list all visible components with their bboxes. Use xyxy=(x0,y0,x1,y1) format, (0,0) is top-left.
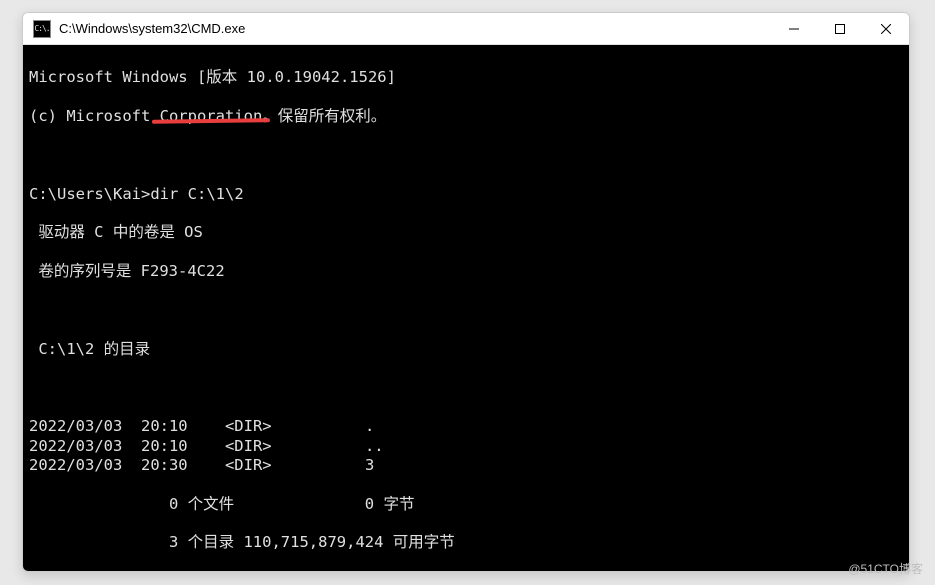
window-title: C:\Windows\system32\CMD.exe xyxy=(59,21,771,36)
blank-line xyxy=(29,378,903,397)
summary-dirs-line: 3 个目录 110,715,879,424 可用字节 xyxy=(29,533,903,552)
close-button[interactable] xyxy=(863,13,909,44)
minimize-icon xyxy=(789,24,799,34)
cmd-window: C:\. C:\Windows\system32\CMD.exe Microso… xyxy=(22,12,910,572)
banner-line: Microsoft Windows [版本 10.0.19042.1526] xyxy=(29,68,903,87)
typed-command: dir C:\1\2 xyxy=(150,185,243,203)
drive-info-line: 驱动器 C 中的卷是 OS xyxy=(29,223,903,242)
window-controls xyxy=(771,13,909,44)
terminal-body[interactable]: Microsoft Windows [版本 10.0.19042.1526] (… xyxy=(23,45,909,571)
close-icon xyxy=(881,24,891,34)
minimize-button[interactable] xyxy=(771,13,817,44)
maximize-button[interactable] xyxy=(817,13,863,44)
dir-listing: 2022/03/03 20:10 <DIR> .2022/03/03 20:10… xyxy=(29,417,903,475)
cmd-icon: C:\. xyxy=(33,20,51,38)
dir-header-line: C:\1\2 的目录 xyxy=(29,340,903,359)
watermark: @51CTO博客 xyxy=(848,560,923,577)
prompt-path: C:\Users\Kai> xyxy=(29,185,150,203)
maximize-icon xyxy=(835,24,845,34)
dir-entry: 2022/03/03 20:10 <DIR> .. xyxy=(29,437,903,456)
blank-line xyxy=(29,146,903,165)
serial-info-line: 卷的序列号是 F293-4C22 xyxy=(29,262,903,281)
summary-files-line: 0 个文件 0 字节 xyxy=(29,495,903,514)
dir-entry: 2022/03/03 20:10 <DIR> . xyxy=(29,417,903,436)
blank-line xyxy=(29,301,903,320)
prompt-line: C:\Users\Kai>dir C:\1\2 xyxy=(29,185,903,204)
dir-entry: 2022/03/03 20:30 <DIR> 3 xyxy=(29,456,903,475)
titlebar[interactable]: C:\. C:\Windows\system32\CMD.exe xyxy=(23,13,909,45)
